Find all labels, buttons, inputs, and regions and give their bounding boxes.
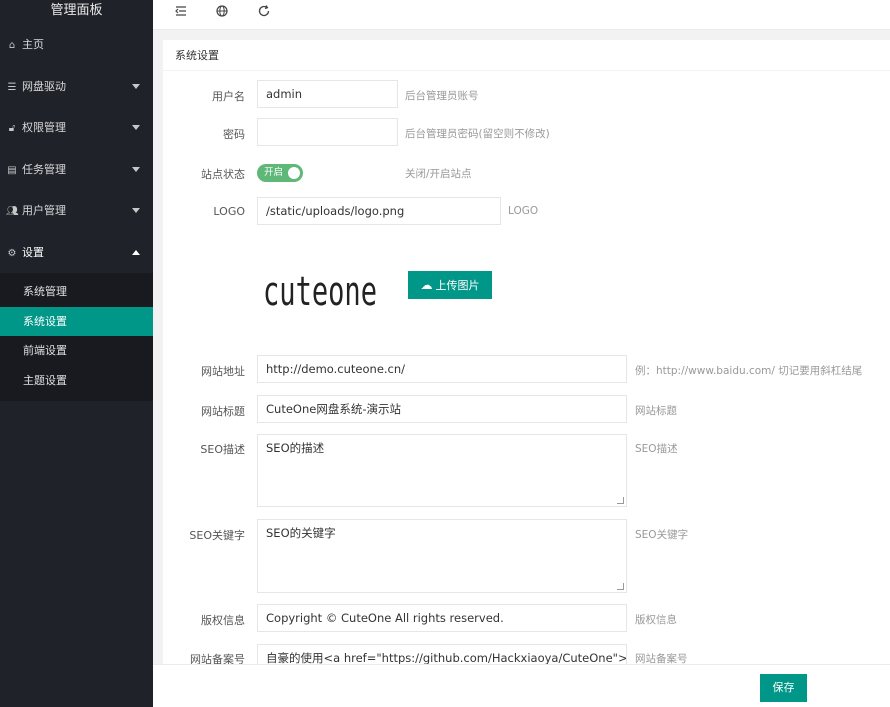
site-status-label: 站点状态 [201, 168, 245, 181]
upload-image-button[interactable]: ☁ 上传图片 [408, 271, 492, 299]
globe-icon[interactable] [213, 4, 231, 22]
list-icon: ☰ [7, 81, 17, 93]
sidebar-item-home[interactable]: ⌂ 主页 [0, 24, 153, 66]
username-label: 用户名 [212, 90, 245, 103]
form-footer: 保存 [153, 664, 890, 707]
seo-keywords-label: SEO关键字 [189, 529, 245, 542]
site-url-label: 网站地址 [201, 365, 245, 378]
panel-title: 系统设置 [163, 40, 890, 71]
chevron-down-icon [132, 83, 140, 89]
password-input[interactable] [257, 118, 398, 146]
seo-desc-label: SEO描述 [200, 443, 245, 456]
sidebar-subitem-system-settings[interactable]: 系统设置 [0, 306, 153, 337]
sidebar-item-users[interactable]: 👥︎ 用户管理 [0, 190, 153, 232]
chevron-down-icon [132, 208, 140, 213]
upload-image-label: 上传图片 [435, 279, 480, 292]
task-icon: ▤ [7, 164, 17, 176]
logo-path-input[interactable]: /static/uploads/logo.png [257, 197, 501, 225]
seo-desc-hint: SEO描述 [635, 443, 678, 455]
gear-icon: ⚙ [7, 247, 17, 259]
password-label: 密码 [223, 128, 245, 141]
resize-handle-icon[interactable] [617, 497, 624, 504]
menu-collapse-icon[interactable] [172, 4, 190, 22]
copyright-label: 版权信息 [201, 614, 245, 627]
chevron-down-icon [132, 166, 140, 172]
sidebar-item-tasks[interactable]: ▤ 任务管理 [0, 149, 153, 191]
cloud-upload-icon: ☁ [420, 278, 433, 292]
sidebar-item-label: 权限管理 [22, 121, 66, 134]
save-button[interactable]: 保存 [760, 674, 807, 702]
site-status-toggle[interactable]: 开启 [257, 164, 303, 182]
password-hint: 后台管理员密码(留空则不修改) [405, 128, 550, 140]
topbar [153, 0, 890, 30]
copyright-hint: 版权信息 [635, 614, 677, 626]
seo-desc-value: SEO的描述 [266, 441, 325, 455]
cuteone-logo-text: cuteone [263, 269, 377, 314]
sidebar-item-drives[interactable]: ☰ 网盘驱动 [0, 66, 153, 108]
sidebar-item-label: 用户管理 [22, 204, 66, 217]
sidebar-item-label: 设置 [22, 245, 44, 259]
seo-keywords-textarea[interactable]: SEO的关键字 [257, 519, 627, 593]
sidebar-item-label: 网盘驱动 [22, 79, 66, 93]
lock-icon: 🔓︎ [8, 123, 16, 134]
cuteone-logo-image: cuteone [263, 269, 377, 315]
logo-hint: LOGO [508, 205, 539, 217]
home-icon: ⌂ [8, 40, 16, 51]
site-status-hint: 关闭/开启站点 [405, 168, 472, 180]
sidebar-item-settings[interactable]: ⚙ 设置 [0, 232, 153, 274]
logo-preview: cuteone [263, 264, 383, 315]
sidebar-item-label: 主页 [22, 38, 44, 51]
seo-keywords-value: SEO的关键字 [266, 526, 336, 540]
chevron-up-icon [132, 249, 140, 255]
username-hint: 后台管理员账号 [405, 90, 479, 102]
sidebar-item-permissions[interactable]: 🔓︎ 权限管理 [0, 107, 153, 149]
seo-keywords-hint: SEO关键字 [635, 529, 689, 541]
site-url-hint: 例：http://www.baidu.com/ 切记要用斜杠结尾 [635, 365, 863, 377]
sidebar-item-label: 任务管理 [22, 162, 66, 176]
users-icon: 👥︎ [6, 206, 19, 217]
site-title-input[interactable]: CuteOne网盘系统-演示站 [257, 395, 627, 423]
sidebar-subitem-system-manage[interactable]: 系统管理 [0, 277, 153, 307]
sidebar: 管理面板 ⌂ 主页 ☰ 网盘驱动 🔓︎ 权限管理 ▤ 任务管理 👥︎ 用户管理 ⚙ 设置 系… [0, 0, 153, 707]
settings-submenu: 系统管理 系统设置 前端设置 主题设置 [0, 273, 153, 402]
site-title-label: 网站标题 [201, 405, 245, 418]
brand-title: 管理面板 [0, 0, 153, 24]
username-input[interactable]: admin [257, 80, 398, 108]
site-title-hint: 网站标题 [635, 405, 677, 417]
sidebar-subitem-theme-settings[interactable]: 主题设置 [0, 366, 153, 396]
refresh-icon[interactable] [255, 4, 273, 22]
chevron-down-icon [132, 125, 140, 130]
site-status-toggle-text: 开启 [264, 167, 284, 178]
logo-label: LOGO [213, 205, 245, 218]
copyright-input[interactable]: Copyright © CuteOne All rights reserved. [257, 604, 627, 632]
site-url-input[interactable]: http://demo.cuteone.cn/ [257, 355, 627, 383]
seo-desc-textarea[interactable]: SEO的描述 [257, 434, 627, 507]
toggle-knob [288, 167, 300, 179]
sidebar-subitem-frontend-settings[interactable]: 前端设置 [0, 336, 153, 366]
resize-handle-icon[interactable] [617, 583, 624, 590]
